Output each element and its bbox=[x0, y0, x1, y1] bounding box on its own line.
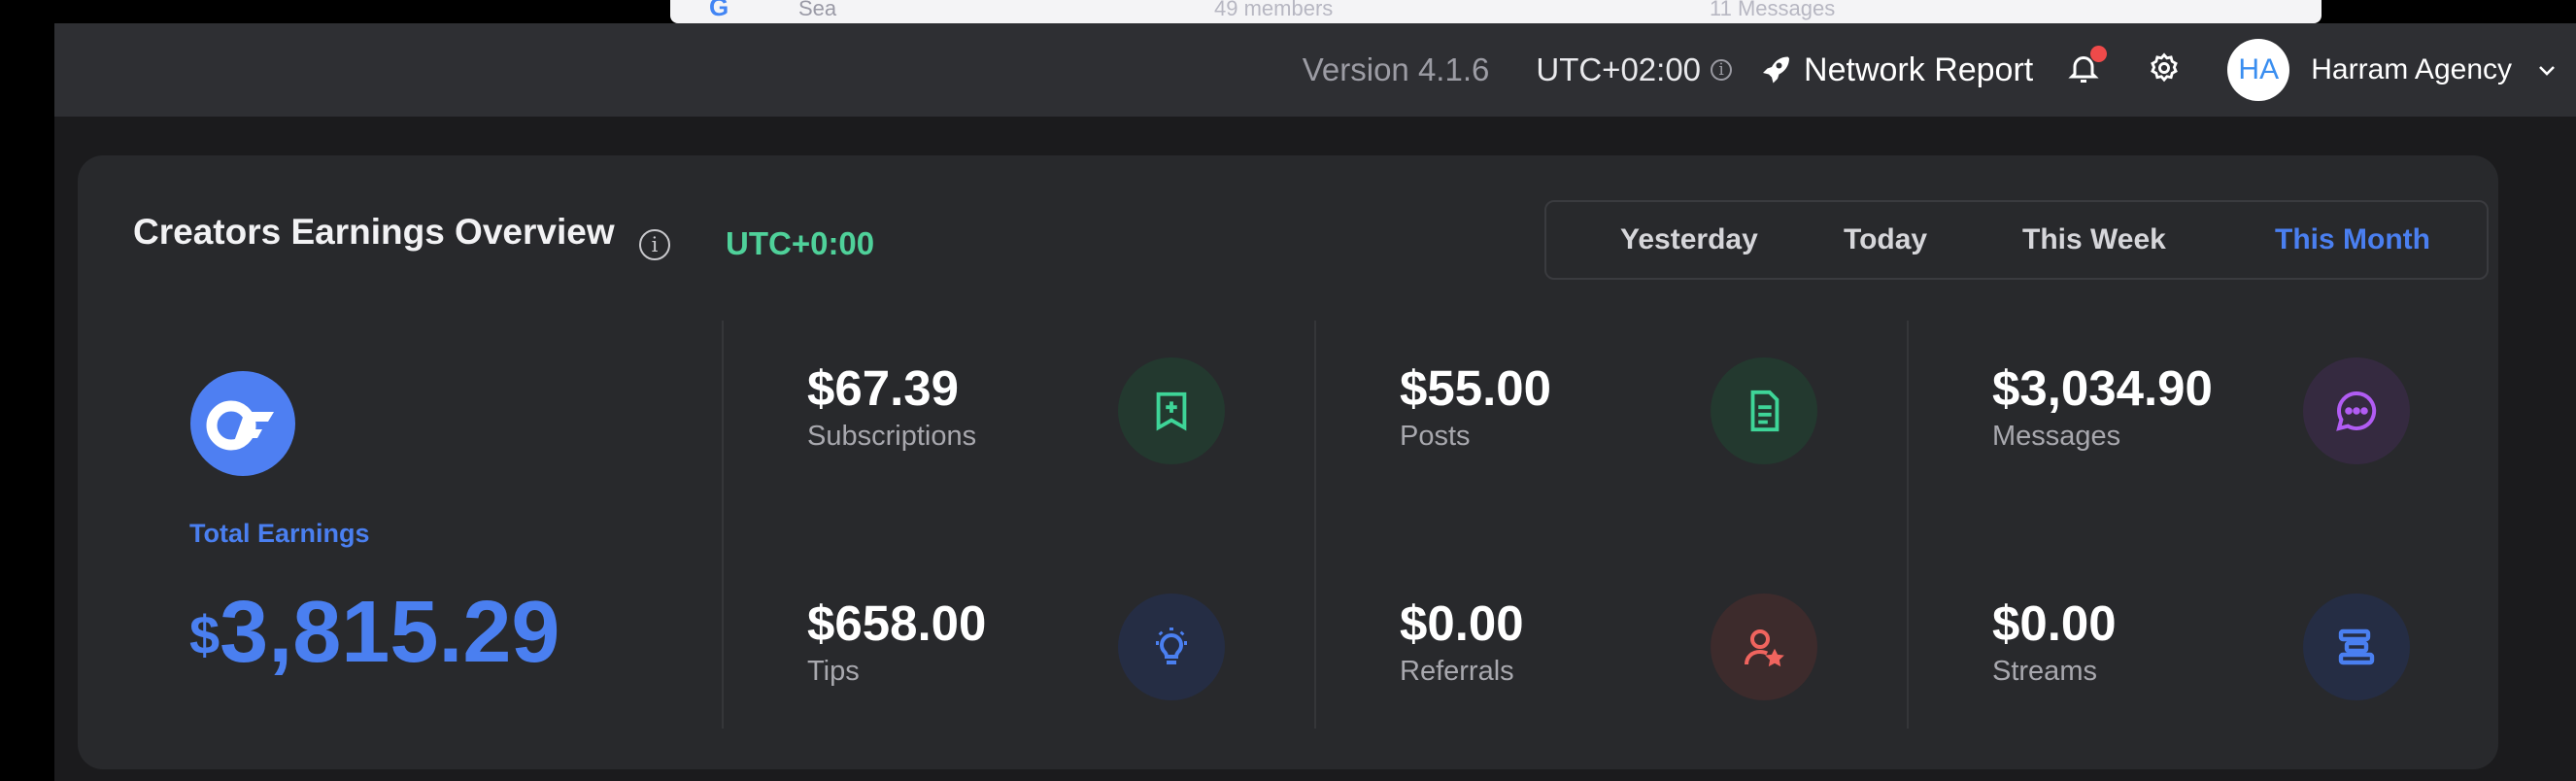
settings-button[interactable] bbox=[2148, 51, 2181, 89]
streams-value: $0.00 bbox=[1992, 595, 2117, 651]
top-bar-right: Version 4.1.6 UTC+02:00 i Network Report… bbox=[1303, 23, 2559, 117]
left-edge bbox=[0, 23, 54, 781]
background-window-peek: G Sea 49 members 11 Messages bbox=[670, 0, 2322, 23]
rocket-icon bbox=[1763, 56, 1790, 84]
referrals-label: Referrals bbox=[1400, 656, 1514, 687]
stat-referrals: $0.00 Referrals bbox=[1400, 594, 1524, 688]
stat-subscriptions: $67.39 Subscriptions bbox=[807, 359, 976, 453]
subscriptions-value: $67.39 bbox=[807, 360, 959, 416]
notification-badge bbox=[2090, 45, 2108, 62]
notifications-button[interactable] bbox=[2066, 45, 2108, 91]
subscriptions-label: Subscriptions bbox=[807, 421, 977, 452]
top-bar: Version 4.1.6 UTC+02:00 i Network Report… bbox=[0, 23, 2576, 117]
stream-bars-icon bbox=[2303, 594, 2410, 700]
streams-label: Streams bbox=[1992, 656, 2097, 687]
column-divider bbox=[1314, 321, 1316, 729]
total-amount: 3,815.29 bbox=[220, 584, 560, 681]
user-star-icon bbox=[1711, 594, 1817, 700]
period-today[interactable]: Today bbox=[1844, 223, 1927, 256]
total-earnings-value: $3,815.29 bbox=[189, 583, 560, 683]
total-earnings-label: Total Earnings bbox=[189, 519, 370, 548]
card-title: Creators Earnings Overview bbox=[133, 212, 615, 252]
tips-label: Tips bbox=[807, 656, 860, 687]
info-icon[interactable]: i bbox=[639, 229, 670, 260]
chat-bubble-icon bbox=[2303, 357, 2410, 464]
google-logo: G bbox=[709, 0, 729, 21]
onlyfans-logo-icon bbox=[190, 371, 295, 476]
messages-label: Messages bbox=[1992, 421, 2121, 452]
lightbulb-icon bbox=[1118, 594, 1225, 700]
stat-posts: $55.00 Posts bbox=[1400, 359, 1551, 453]
tips-value: $658.00 bbox=[807, 595, 987, 651]
chevron-down-icon[interactable] bbox=[2535, 58, 2559, 82]
bookmark-plus-icon bbox=[1118, 357, 1225, 464]
gear-icon bbox=[2151, 51, 2179, 82]
document-icon bbox=[1711, 357, 1817, 464]
earnings-overview-card: Creators Earnings Overview i UTC+0:00 Ye… bbox=[78, 155, 2498, 769]
background-members-text: 49 members bbox=[1214, 0, 1334, 20]
period-yesterday[interactable]: Yesterday bbox=[1620, 223, 1758, 256]
network-report-label: Network Report bbox=[1804, 51, 2034, 88]
posts-value: $55.00 bbox=[1400, 360, 1551, 416]
period-this-week[interactable]: This Week bbox=[2022, 223, 2166, 256]
posts-label: Posts bbox=[1400, 421, 1471, 452]
column-divider bbox=[722, 321, 724, 729]
timezone-label: UTC+02:00 bbox=[1536, 51, 1702, 87]
background-search-text: Sea bbox=[798, 0, 837, 20]
stat-messages: $3,034.90 Messages bbox=[1992, 359, 2213, 453]
messages-value: $3,034.90 bbox=[1992, 360, 2213, 416]
timezone-info-icon[interactable]: i bbox=[1711, 59, 1733, 81]
period-selector: Yesterday Today This Week This Month bbox=[1544, 200, 2489, 280]
user-avatar[interactable]: HA bbox=[2227, 39, 2290, 101]
version-label: Version 4.1.6 bbox=[1302, 51, 1490, 87]
network-report-button[interactable]: Network Report bbox=[1757, 51, 2033, 89]
card-timezone: UTC+0:00 bbox=[726, 225, 875, 261]
stat-streams: $0.00 Streams bbox=[1992, 594, 2117, 688]
total-currency: $ bbox=[189, 604, 220, 665]
background-messages-text: 11 Messages bbox=[1710, 0, 1836, 20]
stat-tips: $658.00 Tips bbox=[807, 594, 986, 688]
referrals-value: $0.00 bbox=[1400, 595, 1524, 651]
column-divider bbox=[1907, 321, 1909, 729]
period-this-month[interactable]: This Month bbox=[2275, 223, 2430, 256]
agency-name[interactable]: Harram Agency bbox=[2311, 53, 2512, 86]
